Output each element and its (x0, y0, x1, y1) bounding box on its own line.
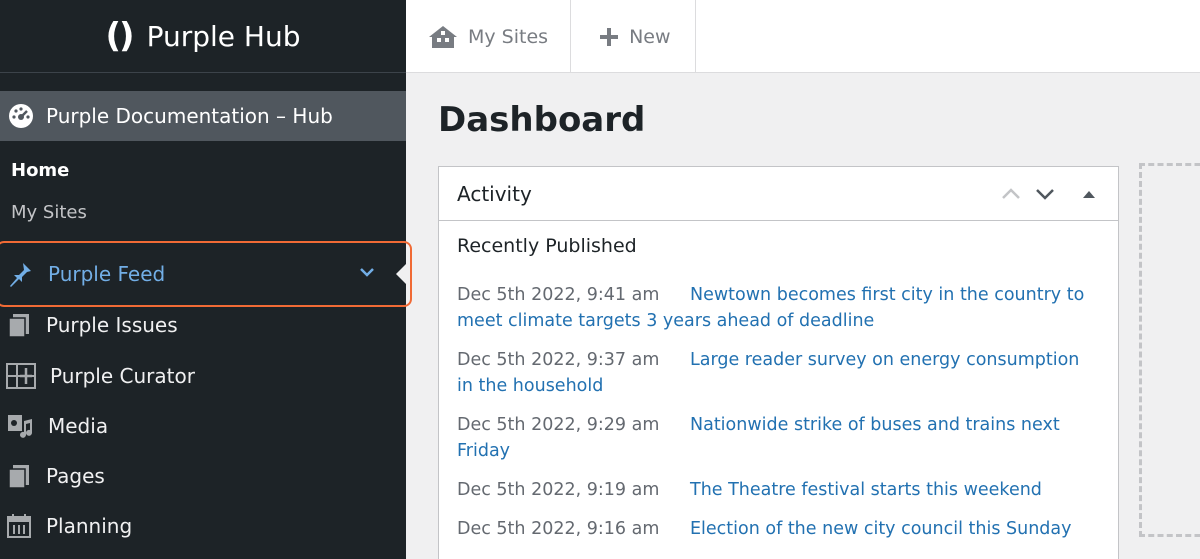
brand-name: Purple Hub (146, 19, 301, 53)
submenu-home[interactable]: Home (11, 160, 69, 181)
media-icon (8, 415, 32, 438)
site-name: Purple Documentation – Hub (46, 104, 333, 128)
list-item: Dec 5th 2022, 9:29 am Nationwide strike o… (457, 412, 1097, 464)
pages-icon (8, 314, 29, 338)
sidebar-item-label: Pages (46, 464, 105, 488)
site-switcher[interactable]: Purple Documentation – Hub (0, 91, 406, 141)
my-sites-icon (429, 25, 457, 48)
brand-logo-icon: () (105, 16, 135, 56)
panel-controls (1000, 183, 1100, 205)
pages-icon (8, 465, 29, 489)
list-item: Dec 5th 2022, 9:37 am Large reader survey… (457, 347, 1097, 399)
my-sites-label: My Sites (468, 25, 549, 48)
list-item: Dec 5th 2022, 9:41 am Newtown becomes fir… (457, 282, 1097, 334)
sidebar-item-purple-issues[interactable]: Purple Issues (0, 300, 406, 350)
grid-plus-icon (6, 363, 36, 389)
widget-drop-zone[interactable] (1139, 163, 1200, 537)
new-button[interactable]: New (571, 0, 696, 73)
dashboard-gauge-icon (9, 104, 33, 128)
entry-link[interactable]: Election of the new city council this Su… (690, 519, 1072, 539)
entry-date: Dec 5th 2022, 9:37 am (457, 350, 660, 370)
my-sites-button[interactable]: My Sites (406, 0, 572, 73)
entry-date: Dec 5th 2022, 9:41 am (457, 285, 660, 305)
sidebar-item-media[interactable]: Media (0, 401, 406, 451)
sidebar-item-label: Media (48, 414, 109, 438)
activity-panel-title: Activity (457, 181, 532, 206)
brand[interactable]: () Purple Hub (0, 0, 406, 73)
recently-published-heading: Recently Published (457, 235, 637, 257)
list-item: Dec 5th 2022, 9:19 am The Theatre festiva… (457, 477, 1097, 503)
sidebar: () Purple Hub Purple Documentation – Hub… (0, 0, 412, 559)
entry-date: Dec 5th 2022, 9:19 am (457, 480, 660, 500)
calendar-icon (7, 514, 31, 538)
sidebar-item-pages[interactable]: Pages (0, 451, 406, 501)
new-label: New (629, 25, 671, 48)
sidebar-item-label: Planning (46, 514, 133, 538)
top-toolbar: My Sites New (406, 0, 1200, 73)
collapse-toggle-icon[interactable] (1078, 183, 1100, 205)
submenu-my-sites[interactable]: My Sites (11, 202, 87, 223)
sidebar-item-label: Purple Issues (46, 313, 178, 337)
move-up-icon[interactable] (1000, 183, 1022, 205)
activity-panel: Activity Recently Published Dec 5th 2022… (438, 166, 1119, 559)
highlight-outline (0, 241, 412, 307)
move-down-icon[interactable] (1034, 183, 1056, 205)
entry-date: Dec 5th 2022, 9:29 am (457, 415, 660, 435)
activity-panel-header: Activity (439, 167, 1118, 221)
page-title: Dashboard (438, 100, 646, 140)
list-item: Dec 5th 2022, 9:16 am Election of the new… (457, 516, 1097, 542)
sidebar-item-label: Purple Curator (50, 364, 195, 388)
sidebar-item-purple-curator[interactable]: Purple Curator (0, 351, 406, 401)
plus-icon (600, 27, 619, 46)
sidebar-item-planning[interactable]: Planning (0, 501, 406, 551)
entry-date: Dec 5th 2022, 9:16 am (457, 519, 660, 539)
entry-link[interactable]: The Theatre festival starts this weekend (690, 480, 1042, 500)
